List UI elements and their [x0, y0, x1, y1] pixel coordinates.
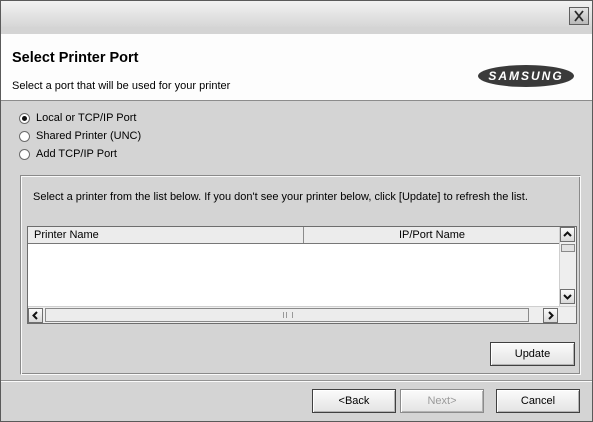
update-button[interactable]: Update — [490, 342, 575, 366]
close-icon — [574, 10, 584, 22]
list-instructions: Select a printer from the list below. If… — [33, 191, 528, 203]
radio-button[interactable] — [19, 112, 30, 124]
wizard-header: Select Printer Port Select a port that w… — [1, 34, 592, 101]
next-button[interactable]: Next> — [400, 389, 484, 413]
printer-list-group: Select a printer from the list below. If… — [20, 175, 581, 375]
samsung-logo: SAMSUNG — [477, 64, 575, 88]
page-title: Select Printer Port — [12, 50, 139, 66]
column-header-printer-name[interactable]: Printer Name — [28, 227, 304, 243]
chevron-right-icon — [548, 311, 554, 320]
grip-icon — [283, 312, 293, 318]
button-bar-separator — [1, 380, 592, 382]
radio-local-tcpip[interactable]: Local or TCP/IP Port — [19, 110, 136, 126]
install-wizard-window: Select Printer Port Select a port that w… — [0, 0, 593, 422]
scroll-left-button[interactable] — [28, 308, 43, 323]
radio-button[interactable] — [19, 130, 30, 142]
close-button[interactable] — [569, 7, 589, 25]
radio-label: Local or TCP/IP Port — [36, 112, 137, 124]
column-header-ip-port-name[interactable]: IP/Port Name — [304, 227, 560, 243]
chevron-left-icon — [32, 311, 38, 320]
page-subtitle: Select a port that will be used for your… — [12, 80, 231, 92]
scroll-thumb[interactable] — [561, 244, 575, 252]
printer-list[interactable]: Printer Name IP/Port Name — [27, 226, 577, 324]
title-bar — [1, 1, 592, 27]
scroll-up-button[interactable] — [560, 227, 575, 242]
cancel-button[interactable]: Cancel — [496, 389, 580, 413]
radio-add-tcpip[interactable]: Add TCP/IP Port — [19, 146, 117, 162]
radio-shared-printer[interactable]: Shared Printer (UNC) — [19, 128, 141, 144]
scroll-thumb[interactable] — [45, 308, 529, 322]
radio-button[interactable] — [19, 148, 30, 160]
scroll-right-button[interactable] — [543, 308, 558, 323]
list-header: Printer Name IP/Port Name — [28, 227, 560, 244]
chevron-down-icon — [563, 294, 572, 300]
logo-text: SAMSUNG — [488, 69, 564, 83]
vertical-scrollbar[interactable] — [559, 227, 576, 306]
back-button[interactable]: <Back — [312, 389, 396, 413]
horizontal-scrollbar[interactable] — [28, 306, 576, 323]
radio-label: Add TCP/IP Port — [36, 148, 117, 160]
scroll-down-button[interactable] — [560, 289, 575, 304]
chevron-up-icon — [563, 231, 572, 237]
radio-label: Shared Printer (UNC) — [36, 130, 142, 142]
